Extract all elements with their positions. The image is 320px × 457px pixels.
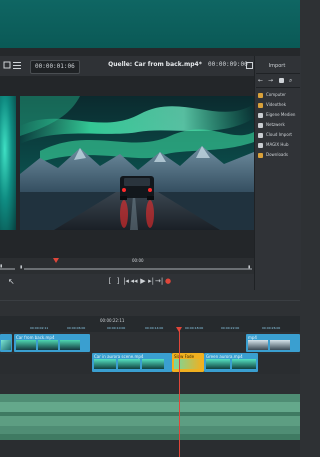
audio-track-2[interactable] <box>0 426 300 434</box>
play-button[interactable]: ▶ <box>139 277 147 286</box>
position-timecode[interactable]: 00:00:01:06 <box>30 60 80 74</box>
dots-icon <box>3 61 11 69</box>
source-monitor-frame <box>0 96 16 230</box>
audio-waveform-2 <box>0 416 300 426</box>
mark-in-button[interactable]: [ <box>106 277 114 286</box>
clip-thumbnail <box>16 340 36 350</box>
clip-thumbnail <box>1 340 11 350</box>
import-item-magix-hub[interactable]: MAGIX Hub <box>258 141 289 149</box>
import-divider <box>256 73 300 74</box>
clip-mp4-right[interactable]: mp4 <box>246 334 300 352</box>
forward-arrow-icon[interactable]: → <box>268 77 273 84</box>
ruler-tick-label: 00:00:10:00 <box>107 326 126 330</box>
record-icon: ● <box>164 277 172 285</box>
import-item-computer[interactable]: Computer <box>258 91 286 99</box>
fullscreen-button[interactable] <box>244 60 254 70</box>
play-icon: ▶ <box>140 277 146 285</box>
fullscreen-icon <box>245 61 253 69</box>
bracket-in-icon: [ <box>108 277 112 285</box>
duration-timecode: 00:00:09:00 <box>208 61 248 68</box>
computer-icon <box>258 92 263 98</box>
audio-track-1[interactable] <box>0 394 300 402</box>
hamburger-icon <box>13 62 21 69</box>
skip-start-icon: |◂ <box>123 277 129 285</box>
source-scrub-track[interactable] <box>0 268 15 270</box>
program-scrub-track[interactable] <box>24 268 252 270</box>
empty-track <box>0 374 300 394</box>
preview-menu-button[interactable] <box>2 60 12 70</box>
ruler-tick-label: 00:00:22:00 <box>221 326 240 330</box>
clip-thumbnail <box>60 340 80 350</box>
import-panel-title: Import <box>268 63 286 69</box>
clip-thumbnail <box>118 359 140 369</box>
skip-end-icon: →| <box>155 277 164 285</box>
program-monitor-frame[interactable] <box>20 96 254 230</box>
videothek-icon <box>258 102 263 108</box>
clip-transition[interactable]: Slow Fade <box>172 353 204 372</box>
step-forward-icon: ▸| <box>148 277 154 285</box>
ruler-current-time: 00:00:22:11 <box>100 318 125 323</box>
import-item-network[interactable]: Netzwerk <box>258 121 285 129</box>
timeline-separator <box>0 300 300 301</box>
divider <box>0 48 300 56</box>
import-item-cloud[interactable]: Cloud Import <box>258 131 292 139</box>
clip-car-from-back[interactable]: Car from back.mp4 <box>14 334 90 352</box>
timeline-playhead-line[interactable] <box>179 327 180 457</box>
go-end-button[interactable]: →| <box>155 277 163 286</box>
clip-thumbnail <box>232 359 256 369</box>
preview-playhead[interactable] <box>53 258 59 263</box>
top-banner <box>0 0 300 48</box>
record-button[interactable]: ● <box>164 277 172 286</box>
import-item-downloads[interactable]: Downloads <box>258 151 288 159</box>
clip-partial-left[interactable] <box>0 334 12 352</box>
folder-up-icon[interactable] <box>279 78 284 83</box>
scrub-start-marker: ▮ <box>20 264 23 269</box>
scrub-time-label: 00:00 <box>132 258 144 263</box>
cloud-icon <box>258 132 263 138</box>
step-back-icon: ◂◂ <box>130 277 138 285</box>
search-icon[interactable]: ⌕ <box>289 77 292 85</box>
audio-waveform-1 <box>0 402 300 412</box>
aurora-road-image <box>20 96 254 230</box>
ruler-tick-label: 00:00:06:00 <box>67 326 86 330</box>
own-media-icon <box>258 112 263 118</box>
timeline-empty-bottom <box>0 440 300 457</box>
mark-out-button[interactable]: ] <box>114 277 122 286</box>
import-item-own-media[interactable]: Eigene Medien <box>258 111 295 119</box>
clip-thumbnail <box>248 340 268 350</box>
timeline-playhead-handle[interactable] <box>176 327 182 332</box>
clip-thumbnail <box>38 340 58 350</box>
magix-hub-icon <box>258 142 263 148</box>
back-arrow-icon[interactable]: ← <box>258 77 263 84</box>
downloads-icon <box>258 152 263 158</box>
next-frame-button[interactable]: ▸| <box>147 277 155 286</box>
import-item-videothek[interactable]: Videothek <box>258 101 286 109</box>
ruler-tick-label: 00:00:18:00 <box>185 326 204 330</box>
clip-green-aurora[interactable]: Green aurora.mp4 <box>204 353 258 372</box>
mouse-mode-icon[interactable]: ↖ <box>8 277 15 286</box>
prev-frame-button[interactable]: ◂◂ <box>130 277 138 286</box>
import-tools-divider <box>256 87 300 88</box>
scrubber-area <box>0 258 254 274</box>
clip-thumbnail <box>270 340 290 350</box>
clip-thumbnail <box>206 359 230 369</box>
bracket-out-icon: ] <box>116 277 120 285</box>
clip-thumbnail <box>142 359 164 369</box>
clip-title: Quelle: Car from back.mp4* <box>108 61 202 68</box>
ruler-tick-label: 00:00:26:00 <box>262 326 281 330</box>
timeline-menu-button[interactable] <box>12 60 22 70</box>
ruler-tick-label: 00:00:14:00 <box>145 326 164 330</box>
network-icon <box>258 122 263 128</box>
clip-thumbnail <box>94 359 116 369</box>
timeline-toolbar <box>0 290 300 316</box>
go-start-button[interactable]: |◂ <box>122 277 130 286</box>
ruler-tick-label: 00:00:02:11 <box>30 326 49 330</box>
scrub-end-marker: ▮ <box>248 264 251 269</box>
clip-car-side[interactable]: Car in aurora scene.mp4 <box>92 353 172 372</box>
